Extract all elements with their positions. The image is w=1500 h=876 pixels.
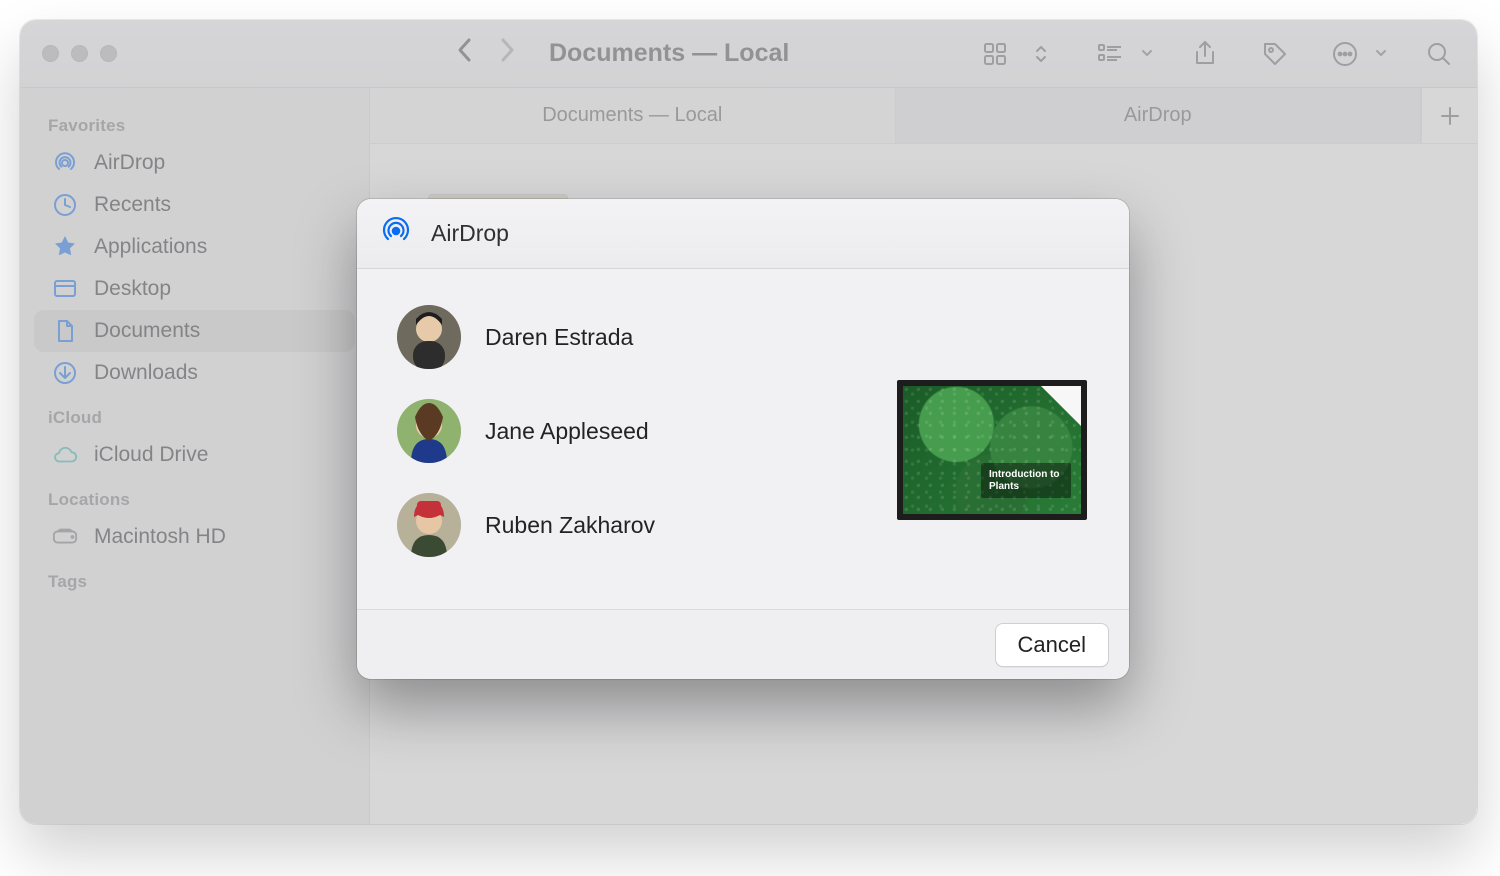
- airdrop-recipient[interactable]: Jane Appleseed: [397, 399, 867, 463]
- dialog-header: AirDrop: [357, 199, 1129, 269]
- dialog-body: Daren Estrada Jane Appleseed Ruben Zakha…: [357, 269, 1129, 609]
- cancel-button[interactable]: Cancel: [995, 623, 1109, 667]
- avatar: [397, 399, 461, 463]
- recipient-name: Daren Estrada: [485, 324, 633, 351]
- recipient-name: Jane Appleseed: [485, 418, 649, 445]
- share-preview: Introduction to Plants: [877, 291, 1107, 609]
- airdrop-dialog: AirDrop Daren Estrada Jane Applesee: [357, 199, 1129, 679]
- airdrop-icon: [379, 214, 413, 253]
- file-thumbnail: Introduction to Plants: [897, 380, 1087, 520]
- avatar: [397, 493, 461, 557]
- airdrop-recipient[interactable]: Daren Estrada: [397, 305, 867, 369]
- finder-window: Documents — Local: [20, 20, 1477, 824]
- dialog-title: AirDrop: [431, 220, 509, 247]
- avatar: [397, 305, 461, 369]
- recipient-list: Daren Estrada Jane Appleseed Ruben Zakha…: [397, 291, 867, 609]
- recipient-name: Ruben Zakharov: [485, 512, 655, 539]
- file-thumbnail-label: Introduction to Plants: [981, 463, 1071, 498]
- airdrop-recipient[interactable]: Ruben Zakharov: [397, 493, 867, 557]
- dialog-footer: Cancel: [357, 609, 1129, 679]
